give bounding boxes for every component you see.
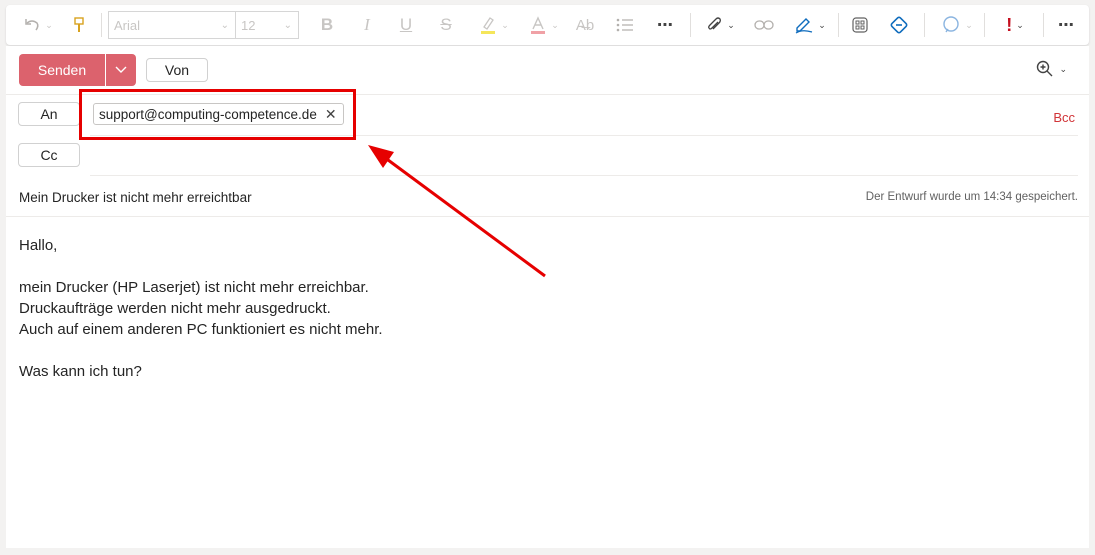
format-painter-button[interactable]	[66, 5, 92, 45]
formatting-toolbar: ⌄ Arial ⌄ 12 ⌄ B I U S ⌄ ⌄ A̶b ⋯ ⌄ ⌄ ⌄ !…	[6, 5, 1089, 45]
chevron-down-icon: ⌄	[220, 19, 229, 31]
chevron-down-icon	[115, 66, 127, 73]
link-button[interactable]	[751, 5, 777, 45]
strikethrough-icon: S	[440, 15, 452, 34]
font-name-value: Arial	[114, 17, 141, 33]
bcc-button[interactable]: Bcc	[1053, 110, 1075, 125]
body-line: Was kann ich tun?	[19, 363, 142, 380]
styles-button[interactable]: A̶b	[572, 5, 598, 45]
to-button[interactable]: An	[18, 102, 80, 126]
italic-button[interactable]: I	[354, 5, 380, 45]
apps-icon	[852, 17, 868, 33]
font-color-icon	[531, 16, 546, 34]
bold-icon: B	[320, 15, 334, 34]
strikethrough-button[interactable]: S	[433, 5, 459, 45]
chevron-down-icon: ⌄	[45, 19, 53, 30]
more-icon: ⋯	[657, 17, 673, 34]
zoom-button[interactable]: ⌄	[1036, 60, 1067, 78]
highlight-button[interactable]: ⌄	[472, 5, 516, 45]
font-size-select[interactable]: 12 ⌄	[235, 11, 299, 39]
cc-button[interactable]: Cc	[18, 143, 80, 167]
styles-icon: A̶b	[575, 16, 595, 34]
toolbar-separator	[1043, 13, 1044, 37]
divider	[90, 135, 1078, 136]
importance-button[interactable]: ! ⌄	[995, 5, 1035, 45]
body-line	[19, 340, 383, 361]
divider	[90, 175, 1078, 176]
importance-icon: !	[1006, 14, 1013, 35]
compose-pane: Senden Von ⌄ An support@computing-compet…	[6, 46, 1089, 548]
attach-icon	[708, 17, 722, 30]
attach-button[interactable]: ⌄	[700, 5, 740, 45]
highlight-icon	[481, 17, 496, 34]
zoom-in-icon	[1037, 60, 1053, 77]
editor-button[interactable]: ⌄	[935, 5, 979, 45]
send-options-button[interactable]	[106, 54, 136, 86]
message-body[interactable]: Hallo, mein Drucker (HP Laserjet) ist ni…	[19, 235, 383, 382]
subject-field[interactable]: Mein Drucker ist nicht mehr erreichtbar	[19, 190, 252, 205]
more-formatting-button[interactable]: ⋯	[652, 5, 678, 45]
more-options-button[interactable]: ⋯	[1053, 5, 1079, 45]
apps-button[interactable]	[847, 5, 873, 45]
recipient-email: support@computing-competence.de	[99, 106, 317, 122]
divider	[6, 216, 1089, 217]
body-line: mein Drucker (HP Laserjet) ist nicht meh…	[19, 279, 369, 296]
undo-icon	[25, 19, 39, 31]
chevron-down-icon: ⌄	[965, 19, 973, 30]
editor-icon	[943, 16, 959, 33]
toolbar-separator	[838, 13, 839, 37]
chevron-down-icon: ⌄	[727, 19, 735, 30]
loop-button[interactable]	[886, 5, 912, 45]
toolbar-separator	[984, 13, 985, 37]
font-size-value: 12	[241, 17, 256, 33]
italic-icon: I	[364, 15, 370, 34]
body-line	[19, 256, 383, 277]
chevron-down-icon: ⌄	[1016, 19, 1024, 30]
toolbar-separator	[924, 13, 925, 37]
signature-icon	[795, 18, 813, 34]
body-line: Auch auf einem anderen PC funktioniert e…	[19, 321, 383, 338]
chevron-down-icon: ⌄	[1059, 63, 1067, 74]
draft-saved-status: Der Entwurf wurde um 14:34 gespeichert.	[865, 191, 1078, 203]
toolbar-separator	[101, 13, 102, 37]
underline-button[interactable]: U	[393, 5, 419, 45]
body-line: Hallo,	[19, 237, 58, 254]
chevron-down-icon: ⌄	[551, 19, 559, 30]
underline-icon: U	[399, 15, 413, 34]
more-options-icon: ⋯	[1058, 17, 1074, 34]
link-icon	[754, 20, 774, 30]
bullets-icon	[616, 18, 633, 32]
loop-icon	[890, 16, 908, 34]
from-button[interactable]: Von	[146, 58, 208, 82]
close-icon[interactable]: ✕	[325, 106, 337, 123]
font-color-button[interactable]: ⌄	[522, 5, 566, 45]
divider	[6, 94, 1089, 95]
body-line: Druckaufträge werden nicht mehr ausgedru…	[19, 300, 331, 317]
font-name-select[interactable]: Arial ⌄	[108, 11, 236, 39]
toolbar-separator	[690, 13, 691, 37]
signature-button[interactable]: ⌄	[790, 5, 830, 45]
undo-button[interactable]: ⌄	[20, 5, 56, 45]
chevron-down-icon: ⌄	[818, 19, 826, 30]
send-button[interactable]: Senden	[19, 54, 105, 86]
format-painter-icon	[74, 17, 84, 32]
chevron-down-icon: ⌄	[501, 19, 509, 30]
chevron-down-icon: ⌄	[283, 19, 292, 31]
recipient-chip[interactable]: support@computing-competence.de ✕	[93, 103, 344, 125]
bullets-button[interactable]	[612, 5, 638, 45]
bold-button[interactable]: B	[314, 5, 340, 45]
